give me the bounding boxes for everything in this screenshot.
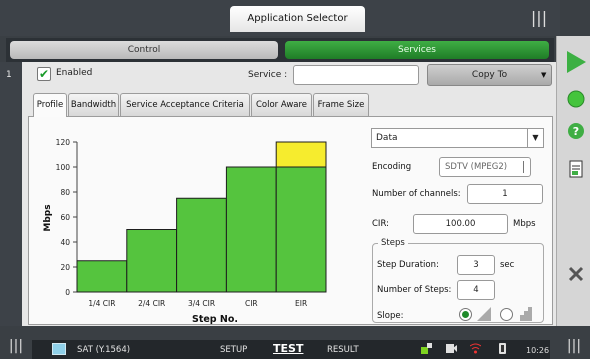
step-profile-chart: 0 20 40 60 80 100 120 1/4 CIR 2/4 CIR 3/4 CIR CIR… bbox=[43, 138, 327, 325]
y-ticks: 0 20 40 60 80 100 120 bbox=[56, 138, 77, 297]
bar-3-4-cir bbox=[176, 197, 227, 293]
bar-eir bbox=[275, 166, 327, 293]
bar-cir bbox=[225, 166, 277, 293]
bar-1-4-cir bbox=[76, 260, 128, 293]
channels-label: Number of channels: bbox=[372, 189, 461, 199]
svg-text:?: ? bbox=[573, 125, 579, 138]
y-tick-label: 80 bbox=[60, 188, 70, 197]
bar-eir bbox=[275, 141, 327, 168]
encoding-field[interactable]: SDTV (MPEG2) bbox=[439, 157, 531, 177]
copy-to-button[interactable]: Copy To bbox=[427, 64, 552, 86]
tab-frame-size[interactable]: Frame Size bbox=[313, 93, 369, 116]
traffic-type-dropdown-icon[interactable]: ▼ bbox=[527, 129, 543, 147]
enabled-label: Enabled bbox=[56, 68, 93, 78]
copy-to-dropdown-icon: ▼ bbox=[541, 71, 547, 79]
tab-control[interactable]: Control bbox=[10, 41, 278, 59]
tab-color-aware[interactable]: Color Aware bbox=[251, 93, 312, 116]
test-app-icon bbox=[52, 343, 66, 355]
traffic-type-value: Data bbox=[376, 133, 398, 143]
enabled-checkbox[interactable]: ✔ bbox=[37, 67, 51, 81]
x-tick-label: EIR bbox=[295, 299, 307, 308]
service-index-strip bbox=[0, 62, 22, 326]
bottom-right-menu-icon[interactable]: ||| bbox=[564, 338, 584, 358]
y-tick-label: 40 bbox=[60, 238, 70, 247]
tab-bandwidth[interactable]: Bandwidth bbox=[68, 93, 119, 116]
step-slope-icon bbox=[518, 307, 532, 321]
status-led-icon bbox=[567, 90, 585, 108]
encoding-label: Encoding bbox=[372, 162, 412, 172]
bar-2-4-cir bbox=[126, 229, 178, 293]
bars bbox=[76, 141, 327, 293]
y-axis-label: Mbps bbox=[43, 204, 53, 231]
num-steps-label: Number of Steps: bbox=[377, 285, 452, 295]
ramp-slope-icon bbox=[477, 307, 491, 321]
service-label: Service : bbox=[248, 70, 288, 80]
x-tick-label: 2/4 CIR bbox=[138, 299, 165, 308]
x-ticks: 1/4 CIR 2/4 CIR 3/4 CIR CIR EIR bbox=[88, 299, 307, 308]
battery-icon bbox=[499, 343, 506, 354]
clock: 10:26 bbox=[526, 346, 550, 355]
y-tick-label: 60 bbox=[60, 213, 70, 222]
nav-test[interactable]: TEST bbox=[273, 342, 303, 355]
cir-field[interactable]: 100.00 bbox=[413, 214, 508, 234]
bottom-left-menu-icon[interactable]: ||| bbox=[8, 338, 24, 358]
start-test-icon[interactable] bbox=[565, 50, 587, 74]
y-tick-label: 120 bbox=[56, 138, 71, 147]
x-tick-label: 1/4 CIR bbox=[88, 299, 115, 308]
cir-unit: Mbps bbox=[513, 219, 536, 229]
y-tick-label: 20 bbox=[60, 263, 70, 272]
y-tick-label: 100 bbox=[56, 163, 71, 172]
test-name[interactable]: SAT (Y.1564) bbox=[77, 345, 130, 355]
y-tick-label: 0 bbox=[65, 288, 70, 297]
channels-field[interactable]: 1 bbox=[467, 184, 543, 204]
tools-icon[interactable] bbox=[567, 265, 585, 283]
slope-label: Slope: bbox=[377, 311, 404, 321]
nav-setup[interactable]: SETUP bbox=[220, 345, 247, 355]
application-selector-button[interactable]: Application Selector bbox=[230, 6, 365, 32]
tab-services[interactable]: Services bbox=[285, 41, 549, 59]
slope-ramp-radio[interactable] bbox=[459, 308, 472, 321]
num-steps-field[interactable]: 4 bbox=[457, 280, 495, 300]
step-duration-field[interactable]: 3 bbox=[457, 255, 495, 275]
step-duration-unit: sec bbox=[500, 260, 515, 270]
steps-group-label: Steps bbox=[378, 238, 408, 248]
report-icon[interactable] bbox=[567, 160, 585, 178]
x-axis-label: Step No. bbox=[192, 314, 238, 325]
cir-label: CIR: bbox=[372, 219, 389, 229]
wifi-icon bbox=[470, 343, 481, 354]
top-menu-handle-icon[interactable]: ||| bbox=[526, 5, 552, 33]
service-index: 1 bbox=[6, 70, 12, 80]
step-duration-label: Step Duration: bbox=[377, 260, 439, 270]
nav-result[interactable]: RESULT bbox=[327, 345, 359, 355]
slope-step-radio[interactable] bbox=[500, 308, 513, 321]
connection-icon bbox=[446, 344, 457, 353]
x-tick-label: 3/4 CIR bbox=[188, 299, 215, 308]
service-name-input[interactable] bbox=[293, 65, 419, 85]
x-tick-label: CIR bbox=[245, 299, 258, 308]
network-icon bbox=[421, 343, 432, 354]
tab-service-acceptance-criteria[interactable]: Service Acceptance Criteria bbox=[120, 93, 250, 116]
tab-profile[interactable]: Profile bbox=[33, 93, 67, 117]
help-icon[interactable]: ? bbox=[567, 122, 585, 140]
